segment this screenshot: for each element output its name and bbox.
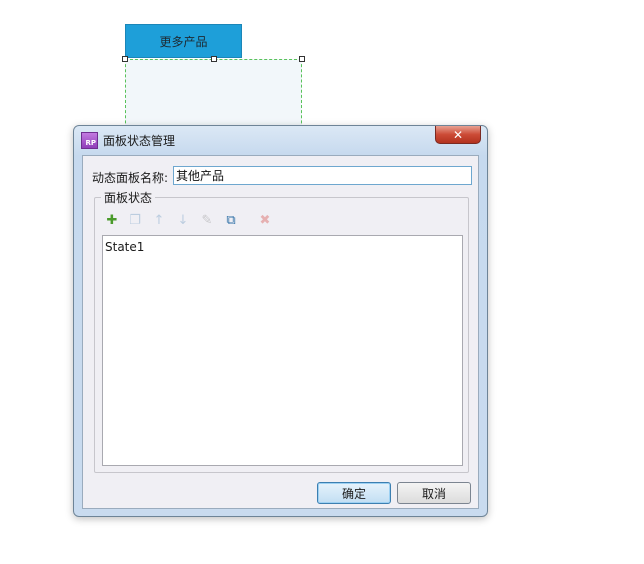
canvas-more-products-button[interactable]: 更多产品	[125, 24, 242, 58]
close-button[interactable]: ✕	[435, 126, 481, 144]
move-up-icon[interactable]: ↑	[151, 213, 167, 229]
states-list[interactable]: State1	[102, 235, 463, 466]
panel-states-group-label: 面板状态	[101, 189, 156, 206]
app-logo-icon: RP	[81, 132, 98, 149]
edit-state-icon[interactable]: ✎	[199, 213, 215, 229]
dialog-body: 动态面板名称: 面板状态 ✚ ❐ ↑ ↓ ✎ ⧉ ✖ State1 确定 取消	[82, 155, 479, 509]
list-item[interactable]: State1	[105, 240, 144, 254]
delete-state-icon[interactable]: ✖	[257, 213, 273, 229]
edit-all-states-icon[interactable]: ⧉	[223, 213, 239, 229]
resize-handle-top-center[interactable]	[211, 56, 217, 62]
resize-handle-top-left[interactable]	[122, 56, 128, 62]
dialog-title: 面板状态管理	[103, 134, 176, 148]
cancel-button[interactable]: 取消	[397, 482, 471, 504]
panel-name-input[interactable]	[173, 166, 472, 185]
ok-button-label: 确定	[341, 486, 366, 501]
resize-handle-top-right[interactable]	[299, 56, 305, 62]
cancel-button-label: 取消	[421, 486, 446, 501]
panel-name-label: 动态面板名称:	[92, 171, 169, 185]
add-state-icon[interactable]: ✚	[104, 213, 120, 229]
ok-button[interactable]: 确定	[317, 482, 391, 504]
duplicate-state-icon[interactable]: ❐	[127, 213, 143, 229]
canvas-button-label: 更多产品	[159, 34, 208, 49]
dialog-titlebar[interactable]: RP 面板状态管理 ✕	[74, 126, 487, 154]
close-icon: ✕	[452, 127, 464, 142]
panel-state-manager-dialog: RP 面板状态管理 ✕ 动态面板名称: 面板状态 ✚ ❐ ↑ ↓ ✎ ⧉ ✖ S…	[73, 125, 488, 517]
move-down-icon[interactable]: ↓	[175, 213, 191, 229]
app-logo-text: RP	[85, 139, 96, 147]
